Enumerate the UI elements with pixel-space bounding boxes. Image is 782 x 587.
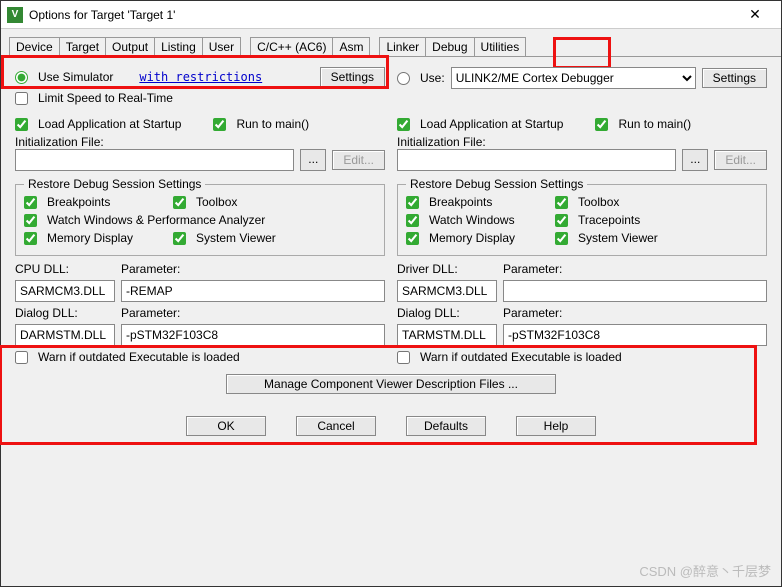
help-button[interactable]: Help [516,416,596,436]
debugger-select[interactable]: ULINK2/ME Cortex Debugger [451,67,696,89]
sim-toolbox-label: Toolbox [196,195,237,209]
close-icon[interactable]: ✕ [735,6,775,23]
sim-dialog-param-input[interactable] [121,324,385,346]
hw-restore-legend: Restore Debug Session Settings [406,177,587,191]
tab-output[interactable]: Output [105,37,155,56]
sim-breakpoints-label: Breakpoints [47,195,167,209]
limit-speed-label: Limit Speed to Real-Time [38,91,173,105]
cpu-dll-input[interactable] [15,280,115,302]
sim-run-main-label: Run to main() [236,117,309,131]
hw-run-main-checkbox[interactable] [595,118,608,131]
sim-initfile-label: Initialization File: [15,135,385,149]
cpu-param-input[interactable] [121,280,385,302]
hw-warn-outdated-label: Warn if outdated Executable is loaded [420,350,622,364]
hw-breakpoints-label: Breakpoints [429,195,549,209]
tab-content: Use Simulator with restrictions Settings… [1,57,781,406]
tab-debug[interactable]: Debug [425,37,474,56]
driver-dll-label: Driver DLL: [397,262,497,276]
hardware-panel: Use: ULINK2/ME Cortex Debugger Settings … [397,67,767,368]
hw-restore-fieldset: Restore Debug Session Settings Breakpoin… [397,177,767,256]
sim-initfile-browse-button[interactable]: ... [300,149,326,171]
use-simulator-radio[interactable] [15,71,28,84]
tab-utilities[interactable]: Utilities [474,37,527,56]
hw-run-main-label: Run to main() [618,117,691,131]
use-hardware-radio[interactable] [397,72,410,85]
cpu-param-label: Parameter: [121,262,180,276]
sim-breakpoints-checkbox[interactable] [24,196,37,209]
sim-watch-checkbox[interactable] [24,214,37,227]
window-title: Options for Target 'Target 1' [29,8,735,22]
sim-dialog-dll-input[interactable] [15,324,115,346]
ok-button[interactable]: OK [186,416,266,436]
sim-memory-checkbox[interactable] [24,232,37,245]
sim-warn-outdated-label: Warn if outdated Executable is loaded [38,350,240,364]
sim-load-app-label: Load Application at Startup [38,117,181,131]
hw-settings-button[interactable]: Settings [702,68,767,88]
hw-warn-outdated-checkbox[interactable] [397,351,410,364]
sim-dialog-dll-label: Dialog DLL: [15,306,115,320]
sim-dialog-param-label: Parameter: [121,306,180,320]
hw-memory-checkbox[interactable] [406,232,419,245]
dialog-buttons: OK Cancel Defaults Help [1,406,781,450]
tab-target[interactable]: Target [59,37,106,56]
limit-speed-checkbox[interactable] [15,92,28,105]
hw-tracepoints-label: Tracepoints [578,213,640,227]
hw-initfile-browse-button[interactable]: ... [682,149,708,171]
hw-dialog-dll-input[interactable] [397,324,497,346]
hw-sysviewer-checkbox[interactable] [555,232,568,245]
sim-run-main-checkbox[interactable] [213,118,226,131]
hw-toolbox-label: Toolbox [578,195,619,209]
driver-param-input[interactable] [503,280,767,302]
hw-tracepoints-checkbox[interactable] [555,214,568,227]
driver-dll-input[interactable] [397,280,497,302]
hw-dialog-param-label: Parameter: [503,306,562,320]
hw-load-app-label: Load Application at Startup [420,117,563,131]
cpu-dll-label: CPU DLL: [15,262,115,276]
hw-dialog-param-input[interactable] [503,324,767,346]
defaults-button[interactable]: Defaults [406,416,486,436]
sim-initfile-input[interactable] [15,149,294,171]
hw-watch-label: Watch Windows [429,213,549,227]
titlebar: V Options for Target 'Target 1' ✕ [1,1,781,29]
manage-component-button[interactable]: Manage Component Viewer Description File… [226,374,556,394]
sim-initfile-edit-button[interactable]: Edit... [332,150,385,170]
sim-settings-button[interactable]: Settings [320,67,385,87]
sim-restore-legend: Restore Debug Session Settings [24,177,205,191]
sim-restore-fieldset: Restore Debug Session Settings Breakpoin… [15,177,385,256]
tab-cpp[interactable]: C/C++ (AC6) [250,37,333,56]
hw-initfile-label: Initialization File: [397,135,767,149]
watermark-text: CSDN @醉意丶千层梦 [639,561,771,580]
hw-dialog-dll-label: Dialog DLL: [397,306,497,320]
sim-memory-label: Memory Display [47,231,167,245]
hw-load-app-checkbox[interactable] [397,118,410,131]
tab-linker[interactable]: Linker [379,37,426,56]
driver-param-label: Parameter: [503,262,562,276]
sim-sysviewer-label: System Viewer [196,231,276,245]
sim-load-app-checkbox[interactable] [15,118,28,131]
tab-listing[interactable]: Listing [154,37,203,56]
sim-toolbox-checkbox[interactable] [173,196,186,209]
hw-breakpoints-checkbox[interactable] [406,196,419,209]
sim-watch-label: Watch Windows & Performance Analyzer [47,213,265,227]
tab-device[interactable]: Device [9,37,60,56]
app-icon: V [7,7,23,23]
sim-warn-outdated-checkbox[interactable] [15,351,28,364]
dialog-window: V Options for Target 'Target 1' ✕ Device… [0,0,782,587]
simulator-panel: Use Simulator with restrictions Settings… [15,67,385,368]
hw-initfile-input[interactable] [397,149,676,171]
hw-toolbox-checkbox[interactable] [555,196,568,209]
hw-memory-label: Memory Display [429,231,549,245]
use-hardware-label: Use: [420,71,445,85]
hw-sysviewer-label: System Viewer [578,231,658,245]
use-simulator-label: Use Simulator [38,70,113,84]
tab-user[interactable]: User [202,37,241,56]
sim-sysviewer-checkbox[interactable] [173,232,186,245]
tab-asm[interactable]: Asm [332,37,370,56]
cancel-button[interactable]: Cancel [296,416,376,436]
hw-initfile-edit-button[interactable]: Edit... [714,150,767,170]
tab-strip: Device Target Output Listing User C/C++ … [1,29,781,57]
restrictions-link[interactable]: with restrictions [139,70,262,84]
hw-watch-checkbox[interactable] [406,214,419,227]
